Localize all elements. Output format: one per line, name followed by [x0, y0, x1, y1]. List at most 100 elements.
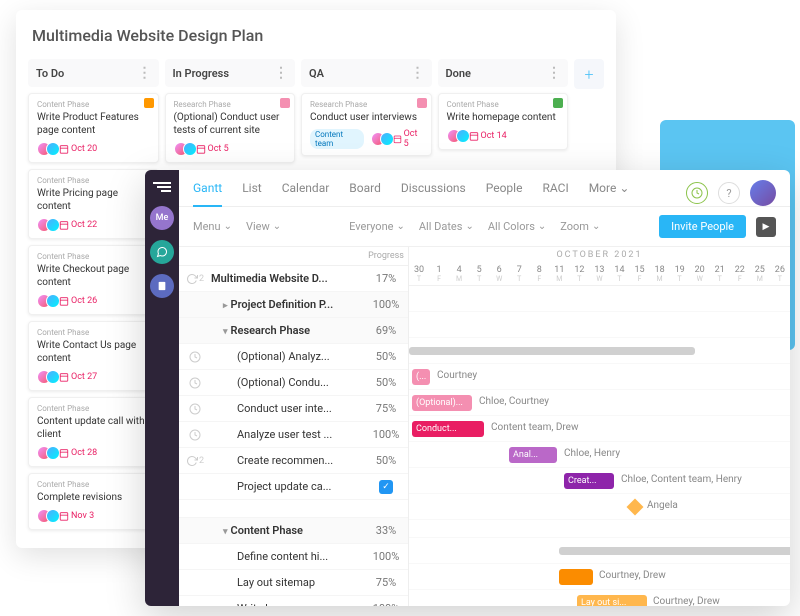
gantt-bar[interactable]: Anal... [509, 447, 557, 463]
user-avatar[interactable] [750, 180, 776, 206]
kanban-column-header[interactable]: QA⋮ [301, 59, 432, 87]
clock-icon [189, 403, 201, 415]
activity-icon[interactable] [686, 182, 708, 204]
invite-people-button[interactable]: Invite People [659, 215, 746, 238]
check-icon: ✓ [379, 480, 393, 494]
card-date: Oct 5 [196, 144, 229, 154]
date-cell: 13W [589, 263, 609, 285]
tab-gantt[interactable]: Gantt [193, 181, 222, 207]
gantt-bar[interactable] [559, 569, 593, 585]
zoom-control[interactable]: Zoom [560, 220, 600, 233]
kanban-card[interactable]: Content Phase Write Checkout page conten… [28, 245, 159, 315]
card-date: Oct 5 [393, 129, 423, 149]
task-row[interactable] [179, 500, 408, 518]
tab-people[interactable]: People [486, 181, 523, 205]
task-name: Conduct user inte... [211, 402, 364, 415]
card-avatars [37, 370, 55, 384]
card-tag: Content team [310, 129, 364, 149]
card-date: Oct 27 [59, 372, 97, 382]
task-row[interactable]: Conduct user inte... 75% [179, 396, 408, 422]
present-button[interactable]: ▶ [756, 217, 776, 237]
card-title: Write homepage content [447, 111, 560, 124]
task-row[interactable]: (Optional) Analyz... 50% [179, 344, 408, 370]
milestone-diamond[interactable] [627, 499, 644, 516]
gantt-bar[interactable]: Creat... [564, 473, 614, 489]
task-row[interactable]: Project update ca... ✓ [179, 474, 408, 500]
task-row[interactable]: Analyze user test ... 100% [179, 422, 408, 448]
task-progress: 50% [364, 350, 408, 363]
gantt-bar[interactable]: (Optional)... [412, 395, 472, 411]
task-row[interactable]: 2 Create recommen... 50% [179, 448, 408, 474]
kanban-card[interactable]: Content Phase Write homepage content Oct… [438, 93, 569, 150]
kanban-card[interactable]: Content Phase Write Contact Us page cont… [28, 321, 159, 391]
timeline[interactable]: OCTOBER 2021 30T1F4M5T6W7T8F11M12T13W14T… [409, 247, 790, 606]
colors-filter[interactable]: All Colors [488, 220, 546, 233]
gantt-bar[interactable]: Conduct... [412, 421, 484, 437]
calendar-icon [196, 144, 206, 154]
task-row[interactable]: ▾Content Phase 33% [179, 518, 408, 544]
gantt-bar[interactable]: Lay out si... [577, 595, 647, 606]
menu-dropdown[interactable]: Menu [193, 220, 232, 233]
task-row[interactable]: (Optional) Condu... 50% [179, 370, 408, 396]
column-menu-icon[interactable]: ⋮ [274, 65, 287, 81]
date-cell: 1F [429, 263, 449, 285]
sidebar-chat-button[interactable] [150, 240, 174, 264]
date-cell: 5T [469, 263, 489, 285]
bar-assignees: Chloe, Henry [564, 448, 620, 459]
date-header: 30T1F4M5T6W7T8F11M12T13W14T15F18M19T20W2… [409, 263, 790, 286]
tab-more[interactable]: More ⌄ [589, 181, 630, 205]
task-name: Multimedia Website D... [211, 272, 364, 285]
app-logo-icon[interactable] [153, 182, 171, 196]
task-row[interactable]: Lay out sitemap 75% [179, 570, 408, 596]
task-name: (Optional) Condu... [211, 376, 364, 389]
dates-filter[interactable]: All Dates [419, 220, 474, 233]
kanban-column-header[interactable]: Done⋮ [438, 59, 569, 87]
chart-row [409, 312, 790, 338]
task-name: Analyze user test ... [211, 428, 364, 441]
kanban-card[interactable]: Content Phase Complete revisions Nov 3 [28, 473, 159, 530]
date-cell: 14T [609, 263, 629, 285]
task-progress: 100% [364, 298, 408, 311]
kanban-card[interactable]: Content Phase Write Pricing page content… [28, 169, 159, 239]
card-date: Oct 14 [469, 131, 507, 141]
gantt-bar[interactable] [409, 347, 695, 355]
calendar-icon [393, 134, 402, 144]
column-menu-icon[interactable]: ⋮ [138, 65, 151, 81]
loop-icon [186, 455, 198, 467]
task-row[interactable]: ▾Research Phase 69% [179, 318, 408, 344]
tab-list[interactable]: List [242, 181, 262, 205]
card-avatars [37, 509, 55, 523]
gantt-bar[interactable] [559, 547, 790, 555]
column-menu-icon[interactable]: ⋮ [547, 65, 560, 81]
add-column-button[interactable]: + [574, 59, 604, 89]
task-row[interactable]: 2 Multimedia Website D... 17% [179, 266, 408, 292]
card-phase: Content Phase [37, 176, 150, 185]
kanban-title: Multimedia Website Design Plan [32, 26, 604, 45]
help-icon[interactable]: ? [718, 182, 740, 204]
tab-discussions[interactable]: Discussions [401, 181, 466, 205]
view-dropdown[interactable]: View [246, 220, 281, 233]
everyone-filter[interactable]: Everyone [349, 220, 405, 233]
chart-row: Lay out si... Courtney, Drew [409, 590, 790, 606]
tab-board[interactable]: Board [349, 181, 381, 205]
gantt-bar[interactable]: (... [412, 369, 430, 385]
tab-raci[interactable]: RACI [542, 181, 568, 205]
kanban-card[interactable]: Content Phase Content update call with c… [28, 397, 159, 467]
kanban-column-header[interactable]: To Do⋮ [28, 59, 159, 87]
task-row[interactable]: ▸Project Definition P... 100% [179, 292, 408, 318]
sidebar-doc-button[interactable] [150, 274, 174, 298]
task-row[interactable]: Define content hi... 100% [179, 544, 408, 570]
kanban-card[interactable]: Research Phase Conduct user interviews C… [301, 93, 432, 156]
task-name: Define content hi... [211, 550, 364, 563]
kanban-card[interactable]: Content Phase Write Product Features pag… [28, 93, 159, 163]
bar-assignees: Courtney, Drew [653, 596, 720, 606]
tab-calendar[interactable]: Calendar [282, 181, 330, 205]
kanban-card[interactable]: Research Phase (Optional) Conduct user t… [165, 93, 296, 163]
task-row[interactable]: Write homepage ... 100% [179, 596, 408, 606]
kanban-column-header[interactable]: In Progress⋮ [165, 59, 296, 87]
column-menu-icon[interactable]: ⋮ [411, 65, 424, 81]
progress-header: Progress [364, 251, 408, 261]
calendar-icon [59, 144, 69, 154]
sidebar-me-button[interactable]: Me [150, 206, 174, 230]
card-phase: Content Phase [37, 480, 150, 489]
